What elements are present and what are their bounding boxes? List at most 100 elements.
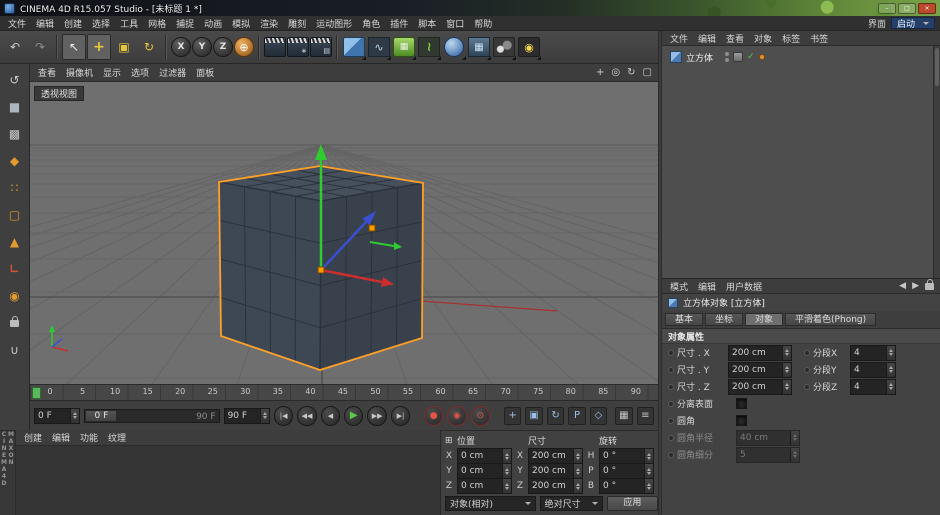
- size-x-input[interactable]: 200 cm: [528, 448, 583, 464]
- menu-plugins[interactable]: 插件: [385, 17, 413, 30]
- vp-menu-filter[interactable]: 过滤器: [154, 66, 191, 79]
- size-y-field[interactable]: 200 cm: [728, 362, 792, 378]
- menu-simulate[interactable]: 模拟: [227, 17, 255, 30]
- stepper-icon[interactable]: [782, 346, 791, 360]
- previous-key-button[interactable]: ◀◀: [297, 406, 316, 426]
- range-slider-handle[interactable]: 0 F: [86, 411, 116, 421]
- om-scrollbar[interactable]: [933, 46, 940, 278]
- maximize-button[interactable]: □: [898, 3, 916, 14]
- undo-button[interactable]: ↶: [3, 34, 27, 60]
- keyframe-dot-icon[interactable]: [668, 350, 674, 356]
- polygons-mode-button[interactable]: ▲: [4, 232, 26, 252]
- segments-x-field[interactable]: 4: [850, 345, 896, 361]
- next-key-button[interactable]: ▶▶: [367, 406, 386, 426]
- material-manager-list[interactable]: [16, 446, 440, 515]
- menu-sculpt[interactable]: 雕刻: [283, 17, 311, 30]
- record-keyframe-button[interactable]: ◉: [447, 406, 466, 426]
- stepper-icon[interactable]: [782, 380, 791, 394]
- om-menu-bookmarks[interactable]: 书签: [805, 32, 833, 45]
- stepper-icon[interactable]: [886, 380, 895, 394]
- vp-menu-cameras[interactable]: 摄像机: [61, 66, 98, 79]
- points-mode-button[interactable]: ∷: [4, 178, 26, 198]
- lock-z-axis-button[interactable]: Z: [213, 37, 233, 57]
- model-mode-button[interactable]: ■: [4, 97, 26, 117]
- keyframe-dot-icon[interactable]: [804, 350, 810, 356]
- stepper-icon[interactable]: [644, 479, 653, 493]
- workplane-mode-button[interactable]: ◆: [4, 151, 26, 171]
- record-pla-toggle[interactable]: ◇: [590, 407, 607, 425]
- menu-edit[interactable]: 编辑: [31, 17, 59, 30]
- display-tag-icon[interactable]: [733, 52, 743, 62]
- menu-script[interactable]: 脚本: [413, 17, 441, 30]
- keyframe-dot-icon[interactable]: [668, 384, 674, 390]
- object-manager-list[interactable]: 立方体 ✓: [662, 46, 940, 278]
- stepper-icon[interactable]: [502, 479, 511, 493]
- origin-handle[interactable]: [318, 267, 324, 273]
- mat-menu-edit[interactable]: 编辑: [47, 431, 75, 444]
- live-selection-tool[interactable]: ↖: [62, 34, 86, 60]
- toggle-view-icon[interactable]: ▢: [643, 67, 652, 78]
- apply-button[interactable]: 应用: [607, 496, 658, 511]
- rotation-h-input[interactable]: 0 °: [599, 448, 654, 464]
- render-view-button[interactable]: [264, 37, 286, 57]
- close-button[interactable]: ×: [918, 3, 936, 14]
- scale-tool[interactable]: ▣: [112, 34, 136, 60]
- menu-select[interactable]: 选择: [87, 17, 115, 30]
- rotate-view-icon[interactable]: ↻: [627, 67, 635, 78]
- enabled-check-icon[interactable]: ✓: [747, 52, 755, 62]
- goto-start-button[interactable]: |◀: [274, 406, 293, 426]
- object-name[interactable]: 立方体: [686, 51, 717, 64]
- viewport-canvas[interactable]: [30, 82, 658, 384]
- stepper-icon[interactable]: [573, 479, 582, 493]
- stepper-icon[interactable]: [573, 464, 582, 478]
- menu-animate[interactable]: 动画: [199, 17, 227, 30]
- menu-mograph[interactable]: 运动图形: [311, 17, 357, 30]
- tab-object[interactable]: 对象: [745, 313, 783, 326]
- rotation-column-header[interactable]: 旋转: [599, 434, 654, 447]
- make-editable-button[interactable]: ↺: [4, 70, 26, 90]
- texture-mode-button[interactable]: ▩: [4, 124, 26, 144]
- autokey-button[interactable]: ⊙: [471, 406, 490, 426]
- keyframe-dot-icon[interactable]: [804, 367, 810, 373]
- om-menu-view[interactable]: 查看: [721, 32, 749, 45]
- edges-mode-button[interactable]: ▢: [4, 205, 26, 225]
- mat-menu-function[interactable]: 功能: [75, 431, 103, 444]
- segments-z-field[interactable]: 4: [850, 379, 896, 395]
- stepper-icon[interactable]: [502, 449, 511, 463]
- record-position-toggle[interactable]: +: [504, 407, 521, 425]
- menu-character[interactable]: 角色: [357, 17, 385, 30]
- tab-coordinates[interactable]: 坐标: [705, 313, 743, 326]
- visibility-dots-icon[interactable]: [725, 52, 729, 62]
- current-frame-marker[interactable]: [32, 387, 41, 399]
- size-z-field[interactable]: 200 cm: [728, 379, 792, 395]
- timeline-range-slider[interactable]: 0 F 90 F: [84, 409, 219, 423]
- snap-settings-button[interactable]: ∪: [4, 340, 26, 360]
- keyframe-snapshot-button[interactable]: ▦: [615, 407, 632, 425]
- vp-menu-view[interactable]: 查看: [33, 66, 61, 79]
- segments-y-field[interactable]: 4: [850, 362, 896, 378]
- history-back-icon[interactable]: ◀: [899, 281, 906, 291]
- mat-menu-create[interactable]: 创建: [19, 431, 47, 444]
- record-parameter-toggle[interactable]: P: [568, 407, 585, 425]
- om-scrollbar-thumb[interactable]: [935, 48, 939, 86]
- menu-snap[interactable]: 捕捉: [171, 17, 199, 30]
- lock-workplane-button[interactable]: [4, 313, 26, 333]
- play-button[interactable]: ▶: [344, 406, 363, 426]
- position-column-header[interactable]: 位置: [457, 434, 512, 447]
- end-frame-input[interactable]: 90 F: [224, 408, 270, 424]
- pan-view-icon[interactable]: +: [596, 67, 604, 78]
- fillet-checkbox[interactable]: [736, 415, 747, 426]
- size-z-input[interactable]: 200 cm: [528, 478, 583, 494]
- object-properties-section-header[interactable]: 对象属性: [662, 329, 940, 344]
- coordinate-mode-dropdown[interactable]: 对象(相对): [445, 496, 536, 511]
- light-tool[interactable]: ◉: [517, 34, 541, 60]
- position-x-input[interactable]: 0 cm: [457, 448, 512, 464]
- am-menu-mode[interactable]: 模式: [665, 280, 693, 293]
- position-y-input[interactable]: 0 cm: [457, 463, 512, 479]
- stepper-icon[interactable]: [644, 449, 653, 463]
- menu-mesh[interactable]: 网格: [143, 17, 171, 30]
- om-menu-edit[interactable]: 编辑: [693, 32, 721, 45]
- keyframe-dot-icon[interactable]: [668, 418, 674, 424]
- size-y-input[interactable]: 200 cm: [528, 463, 583, 479]
- layout-preset-dropdown[interactable]: 启动: [891, 17, 935, 29]
